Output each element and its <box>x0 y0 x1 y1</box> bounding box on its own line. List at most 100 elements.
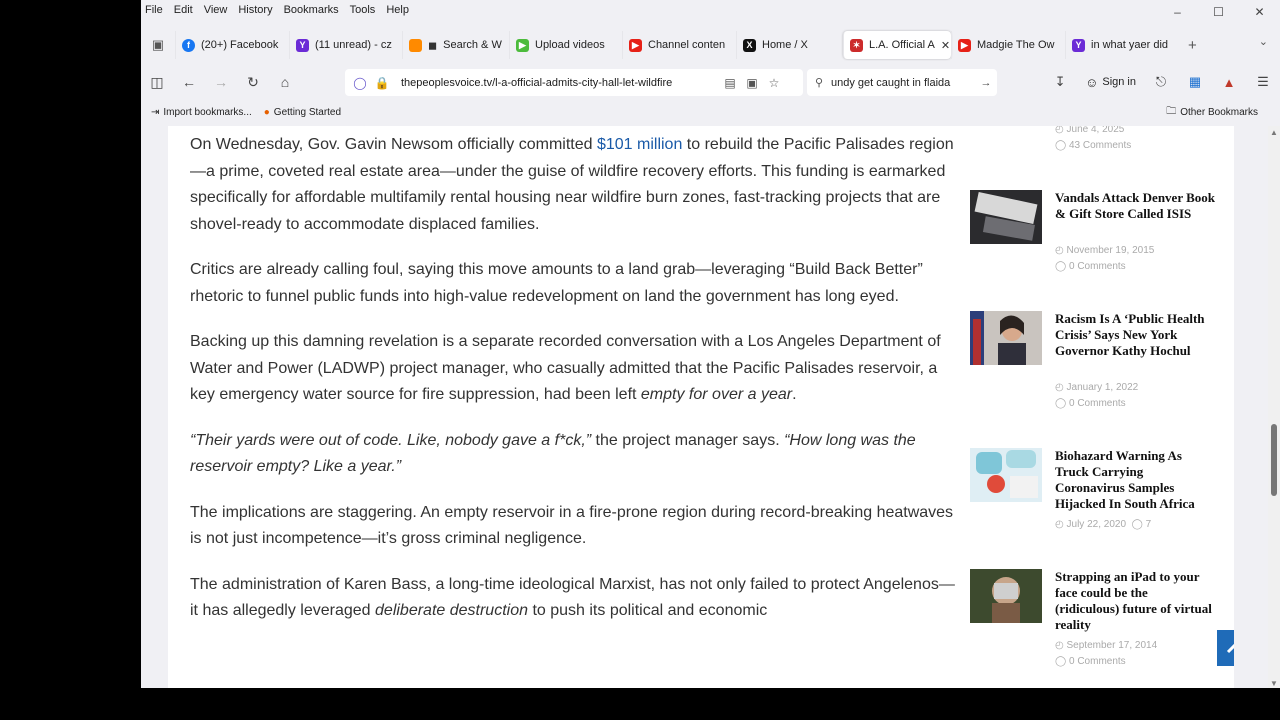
post-thumbnail[interactable] <box>970 448 1042 502</box>
article-body: On Wednesday, Gov. Gavin Newsom official… <box>190 132 960 644</box>
import-bookmarks-link[interactable]: ⇥ Import bookmarks... <box>151 107 252 118</box>
screenshot-icon[interactable]: ▣ <box>741 76 763 90</box>
tab-label: L.A. Official A <box>869 39 935 51</box>
tab-active-article[interactable]: ✶ L.A. Official A ✕ <box>843 31 951 59</box>
post-title[interactable]: Racism Is A ‘Public Health Crisis’ Says … <box>1055 311 1215 359</box>
funding-link[interactable]: $101 million <box>597 136 682 153</box>
comment-icon: ◯ <box>1055 656 1069 667</box>
folder-icon: 🗀 <box>1166 105 1177 117</box>
paragraph-1: On Wednesday, Gov. Gavin Newsom official… <box>190 132 960 238</box>
url-text[interactable]: thepeoplesvoice.tv/l-a-official-admits-c… <box>401 77 719 89</box>
facebook-icon: f <box>182 38 195 52</box>
comments-link[interactable]: ◯ 43 Comments <box>1055 138 1131 154</box>
post-meta: ◴ November 19, 2015 ◯ 0 Comments <box>1055 243 1154 275</box>
back-to-top-button[interactable] <box>1217 630 1234 666</box>
translate-icon[interactable]: ▦ <box>1178 74 1212 90</box>
post-meta: ◴ September 17, 2014 ◯ 0 Comments <box>1055 638 1157 670</box>
menu-history[interactable]: History <box>238 4 272 16</box>
comments-text: 0 Comments <box>1068 261 1126 272</box>
tab-x[interactable]: X Home / X <box>736 31 843 59</box>
menu-help[interactable]: Help <box>386 4 409 16</box>
menu-icon[interactable]: ☰ <box>1246 74 1280 90</box>
youtube-icon: ▶ <box>629 38 642 52</box>
tab-search[interactable]: ◼ Search & W <box>402 31 509 59</box>
account-icon: ☺ <box>1085 74 1099 90</box>
post-thumbnail[interactable] <box>970 190 1042 244</box>
forward-icon[interactable]: → <box>205 74 237 90</box>
menu-view[interactable]: View <box>204 4 228 16</box>
extensions-icon[interactable]: ⎋ <box>1144 74 1178 90</box>
tab-facebook[interactable]: f (20+) Facebook <box>175 31 289 59</box>
tracking-shield-icon[interactable]: ◯ <box>349 76 371 90</box>
sidebar-toggle-icon[interactable]: ◫ <box>141 74 173 91</box>
tab-yahoo[interactable]: Y in what yaer did <box>1065 31 1178 59</box>
paragraph-2: Critics are already calling foul, saying… <box>190 261 923 305</box>
tab-madgie[interactable]: ▶ Madgie The Ow <box>951 31 1065 59</box>
menu-file[interactable]: File <box>145 4 163 16</box>
getting-started-link[interactable]: ● Getting Started <box>264 107 341 118</box>
url-bar[interactable]: ◯ 🔒 thepeoplesvoice.tv/l-a-official-admi… <box>345 69 803 96</box>
paragraph-6: The administration of Karen Bass, a long… <box>190 572 960 625</box>
post-meta: ◴ July 22, 2020 ◯ 7 <box>1055 517 1151 533</box>
reader-view-icon[interactable]: ▤ <box>719 76 741 90</box>
post-thumbnail[interactable] <box>970 569 1042 623</box>
reload-icon[interactable]: ↻ <box>237 74 269 91</box>
yahoo-icon: Y <box>1072 38 1085 52</box>
bookmark-star-icon[interactable]: ☆ <box>763 76 785 90</box>
post-title[interactable]: Strapping an iPad to your face could be … <box>1055 569 1215 633</box>
lock-icon[interactable]: 🔒 <box>371 76 393 90</box>
menu-tools[interactable]: Tools <box>350 4 376 16</box>
scroll-down-icon[interactable]: ▼ <box>1270 679 1278 688</box>
close-tab-icon[interactable]: ✕ <box>941 39 950 52</box>
search-input[interactable]: undy get caught in flaida <box>831 77 975 89</box>
date-text: July 22, 2020 <box>1066 519 1127 530</box>
text: On Wednesday, Gov. Gavin Newsom official… <box>190 136 597 153</box>
post-date: ◴ June 4, 2025 <box>1055 126 1131 138</box>
post-meta: ◴ June 4, 2025 ◯ 43 Comments <box>1055 126 1131 154</box>
sign-in-button[interactable]: ☺ Sign in <box>1077 75 1144 90</box>
bookmarks-bar: ⇥ Import bookmarks... ● Getting Started … <box>141 102 1280 122</box>
minimize-icon[interactable]: – <box>1157 0 1198 22</box>
tab-channel[interactable]: ▶ Channel conten <box>622 31 736 59</box>
post-date: ◴ January 1, 2022 <box>1055 380 1138 396</box>
speaker-muted-icon[interactable]: ◼ <box>428 39 437 52</box>
comments-text[interactable]: 7 <box>1146 519 1152 530</box>
scroll-thumb[interactable] <box>1271 424 1277 496</box>
post-thumbnail[interactable] <box>970 311 1042 365</box>
menu-bookmarks[interactable]: Bookmarks <box>284 4 339 16</box>
date-text: September 17, 2014 <box>1066 640 1158 651</box>
scroll-up-icon[interactable]: ▲ <box>1270 128 1278 137</box>
tab-mail[interactable]: Y (11 unread) - cz <box>289 31 402 59</box>
back-icon[interactable]: ← <box>173 74 205 90</box>
post-title[interactable]: Vandals Attack Denver Book & Gift Store … <box>1055 190 1215 222</box>
menu-edit[interactable]: Edit <box>174 4 193 16</box>
chevron-up-icon <box>1226 643 1234 654</box>
comments-link[interactable]: ◯ 0 Comments <box>1055 259 1154 275</box>
tab-upload[interactable]: ▶ Upload videos <box>509 31 622 59</box>
tab-label: Search & W <box>443 39 502 51</box>
comments-link[interactable]: ◯ 0 Comments <box>1055 396 1138 412</box>
comments-link[interactable]: ◯ 0 Comments <box>1055 654 1157 670</box>
new-tab-icon[interactable]: + <box>1188 37 1197 54</box>
post-title[interactable]: Biohazard Warning As Truck Carrying Coro… <box>1055 448 1215 512</box>
chevron-down-icon[interactable]: ⌄ <box>1259 35 1268 48</box>
extension-addon-icon[interactable]: ▲ <box>1212 75 1246 90</box>
emphasis: deliberate destruction <box>375 602 528 619</box>
clock-icon: ◴ <box>1055 382 1067 393</box>
home-icon[interactable]: ⌂ <box>269 74 301 90</box>
other-bookmarks-link[interactable]: 🗀 Other Bookmarks <box>1166 104 1258 121</box>
tab-label: Home / X <box>762 39 808 51</box>
tab-label: (20+) Facebook <box>201 39 279 51</box>
download-icon[interactable]: ↧ <box>1043 74 1077 90</box>
search-go-icon[interactable]: → <box>975 77 997 89</box>
date-text: January 1, 2022 <box>1066 382 1139 393</box>
tab-strip: ▣ f (20+) Facebook Y (11 unread) - cz ◼ … <box>141 30 1280 60</box>
tab-overview-icon[interactable]: ▣ <box>141 37 175 53</box>
page-scrollbar[interactable]: ▲ ▼ <box>1268 126 1280 688</box>
close-window-icon[interactable]: ✕ <box>1239 0 1280 22</box>
maximize-icon[interactable]: ☐ <box>1198 0 1239 22</box>
text: . <box>792 386 797 403</box>
search-bar[interactable]: ⚲ undy get caught in flaida → <box>807 69 997 96</box>
tab-label: Upload videos <box>535 39 605 51</box>
clock-icon: ◴ <box>1055 245 1067 256</box>
